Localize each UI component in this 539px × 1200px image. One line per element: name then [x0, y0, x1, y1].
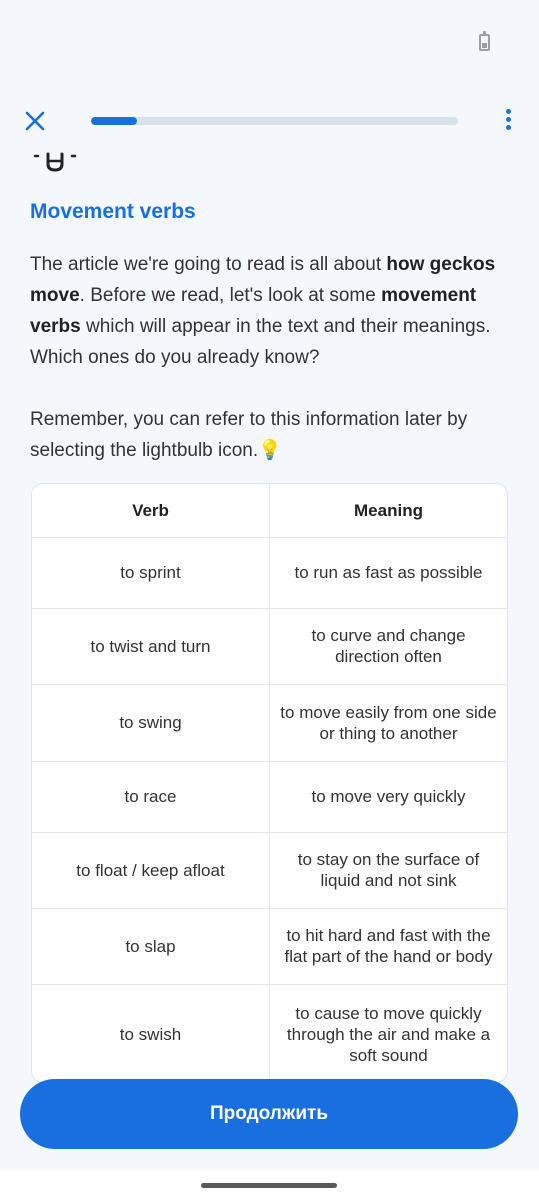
- more-vertical-icon: [496, 109, 520, 130]
- meaning-cell: to stay on the surface of liquid and not…: [269, 832, 507, 909]
- table-row: to float / keep afloat to stay on the su…: [32, 832, 507, 909]
- lesson-top-bar: [0, 100, 539, 144]
- table-row: to sprint to run as fast as possible: [32, 537, 507, 609]
- lesson-progress-fill: [91, 117, 137, 125]
- meaning-cell: to move easily from one side or thing to…: [269, 684, 507, 762]
- intro-paragraph: The article we're going to read is all a…: [30, 249, 510, 373]
- table-header-row: Verb Meaning: [32, 484, 507, 538]
- meaning-cell: to hit hard and fast with the flat part …: [269, 908, 507, 985]
- table-row: to slap to hit hard and fast with the fl…: [32, 908, 507, 985]
- battery-level: [482, 43, 487, 48]
- reminder-paragraph: Remember, you can refer to this informat…: [30, 404, 510, 466]
- table-row: to swing to move easily from one side or…: [32, 684, 507, 762]
- meaning-cell: to cause to move quickly through the air…: [286, 1003, 491, 1065]
- table-row: to twist and turn to curve and change di…: [32, 608, 507, 685]
- table-row: to race to move very quickly: [32, 761, 507, 833]
- verb-cell: to race: [32, 761, 270, 833]
- close-icon: [25, 111, 45, 131]
- table-row: to swish to cause to move quickly throug…: [32, 984, 507, 1082]
- verb-cell: to swing: [32, 684, 270, 762]
- battery-icon: [479, 31, 490, 51]
- lightbulb-icon: 💡: [258, 440, 282, 461]
- verb-cell: to slap: [32, 908, 270, 985]
- column-header-verb: Verb: [32, 484, 270, 538]
- intro-text: The article we're going to read is all a…: [30, 254, 387, 275]
- meaning-cell: to run as fast as possible: [269, 537, 507, 609]
- verb-cell: to sprint: [32, 537, 270, 609]
- meaning-cell: to move very quickly: [269, 761, 507, 833]
- home-indicator[interactable]: [201, 1183, 337, 1188]
- verb-cell: to float / keep afloat: [32, 832, 270, 909]
- status-bar: [0, 0, 539, 90]
- lesson-progress-bar: [91, 117, 458, 125]
- more-options-button[interactable]: [496, 106, 520, 136]
- column-header-meaning: Meaning: [269, 484, 507, 538]
- verb-cell: to swish: [32, 984, 270, 1082]
- vocabulary-table: Verb Meaning to sprint to run as fast as…: [31, 483, 508, 1083]
- close-button[interactable]: [20, 106, 50, 136]
- meaning-cell: to curve and change direction often: [269, 608, 507, 685]
- verb-cell: to twist and turn: [32, 608, 270, 685]
- continue-button[interactable]: Продолжить: [20, 1079, 518, 1149]
- reminder-text: Remember, you can refer to this informat…: [30, 409, 468, 461]
- navigation-bar: [0, 1170, 539, 1200]
- illustration-icon: [33, 152, 77, 172]
- section-title: Movement verbs: [30, 200, 196, 223]
- intro-text: . Before we read, let's look at some: [79, 285, 382, 306]
- intro-text: which will appear in the text and their …: [30, 316, 491, 368]
